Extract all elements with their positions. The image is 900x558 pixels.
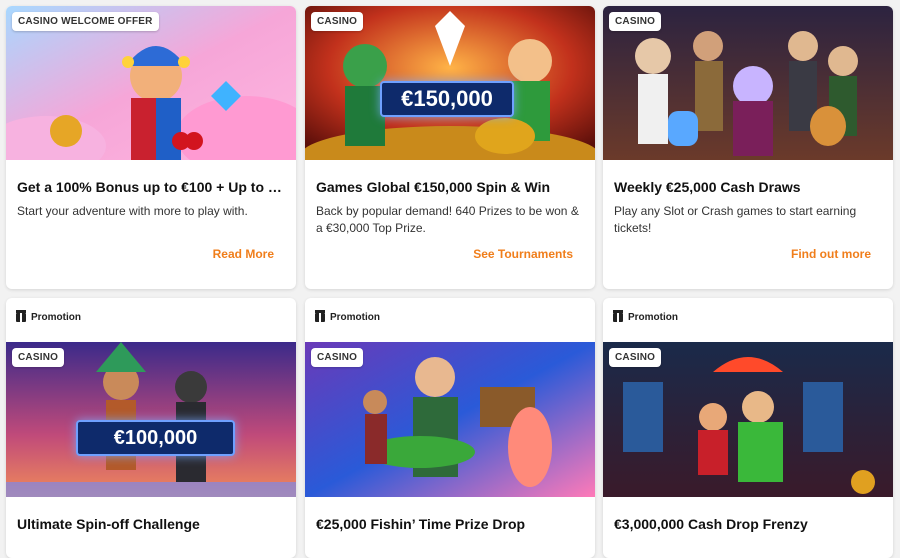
promo-card-fishin-time[interactable]: Promotion CASINO €25,000 Fishin’ Time Pr…	[305, 298, 595, 558]
card-title: €25,000 Fishin’ Time Prize Drop	[316, 516, 526, 532]
see-tournaments-link[interactable]: See Tournaments	[473, 247, 573, 261]
prize-amount-banner: €100,000	[76, 420, 235, 456]
promo-card-cash-drop-frenzy[interactable]: Promotion CASINO €3,000,000 Cash Drop Fr…	[603, 298, 893, 558]
offer-badge: CASINO WELCOME OFFER	[12, 12, 159, 31]
casino-badge: CASINO	[311, 348, 364, 367]
card-title: Get a 100% Bonus up to €100 + Up to 3...	[17, 179, 286, 195]
casino-badge: CASINO	[311, 12, 364, 31]
card-description: Back by popular demand! 640 Prizes to be…	[316, 204, 579, 235]
promo-card-spin-off[interactable]: Promotion CASINO €100,000 Ultimate Spin-…	[6, 298, 296, 558]
promotion-label: Promotion	[31, 312, 81, 323]
promotion-label: Promotion	[330, 312, 380, 323]
gift-icon	[315, 310, 325, 322]
promo-card-welcome[interactable]: CASINO WELCOME OFFER Get a 100% Bonus up…	[6, 6, 296, 289]
read-more-link[interactable]: Read More	[213, 247, 274, 261]
find-out-more-link[interactable]: Find out more	[791, 247, 871, 261]
casino-badge: CASINO	[12, 348, 65, 367]
card-title: €3,000,000 Cash Drop Frenzy	[614, 516, 808, 532]
gift-icon	[613, 310, 623, 322]
promotion-tag: Promotion	[613, 310, 678, 323]
card-title: Weekly €25,000 Cash Draws	[614, 179, 801, 195]
card-description: Start your adventure with more to play w…	[17, 204, 248, 218]
card-title: Ultimate Spin-off Challenge	[17, 516, 200, 532]
prize-amount-banner: €150,000	[380, 81, 514, 117]
promo-card-spin-win[interactable]: CASINO €150,000 Games Global €150,000 Sp…	[305, 6, 595, 289]
casino-badge: CASINO	[609, 348, 662, 367]
card-description: Play any Slot or Crash games to start ea…	[614, 204, 857, 235]
card-title: Games Global €150,000 Spin & Win	[316, 179, 551, 195]
promotion-tag: Promotion	[16, 310, 81, 323]
casino-badge: CASINO	[609, 12, 662, 31]
promotion-tag: Promotion	[315, 310, 380, 323]
gift-icon	[16, 310, 26, 322]
promotion-label: Promotion	[628, 312, 678, 323]
promo-card-cash-draws[interactable]: CASINO Weekly €25,000 Cash Draws Play an…	[603, 6, 893, 289]
